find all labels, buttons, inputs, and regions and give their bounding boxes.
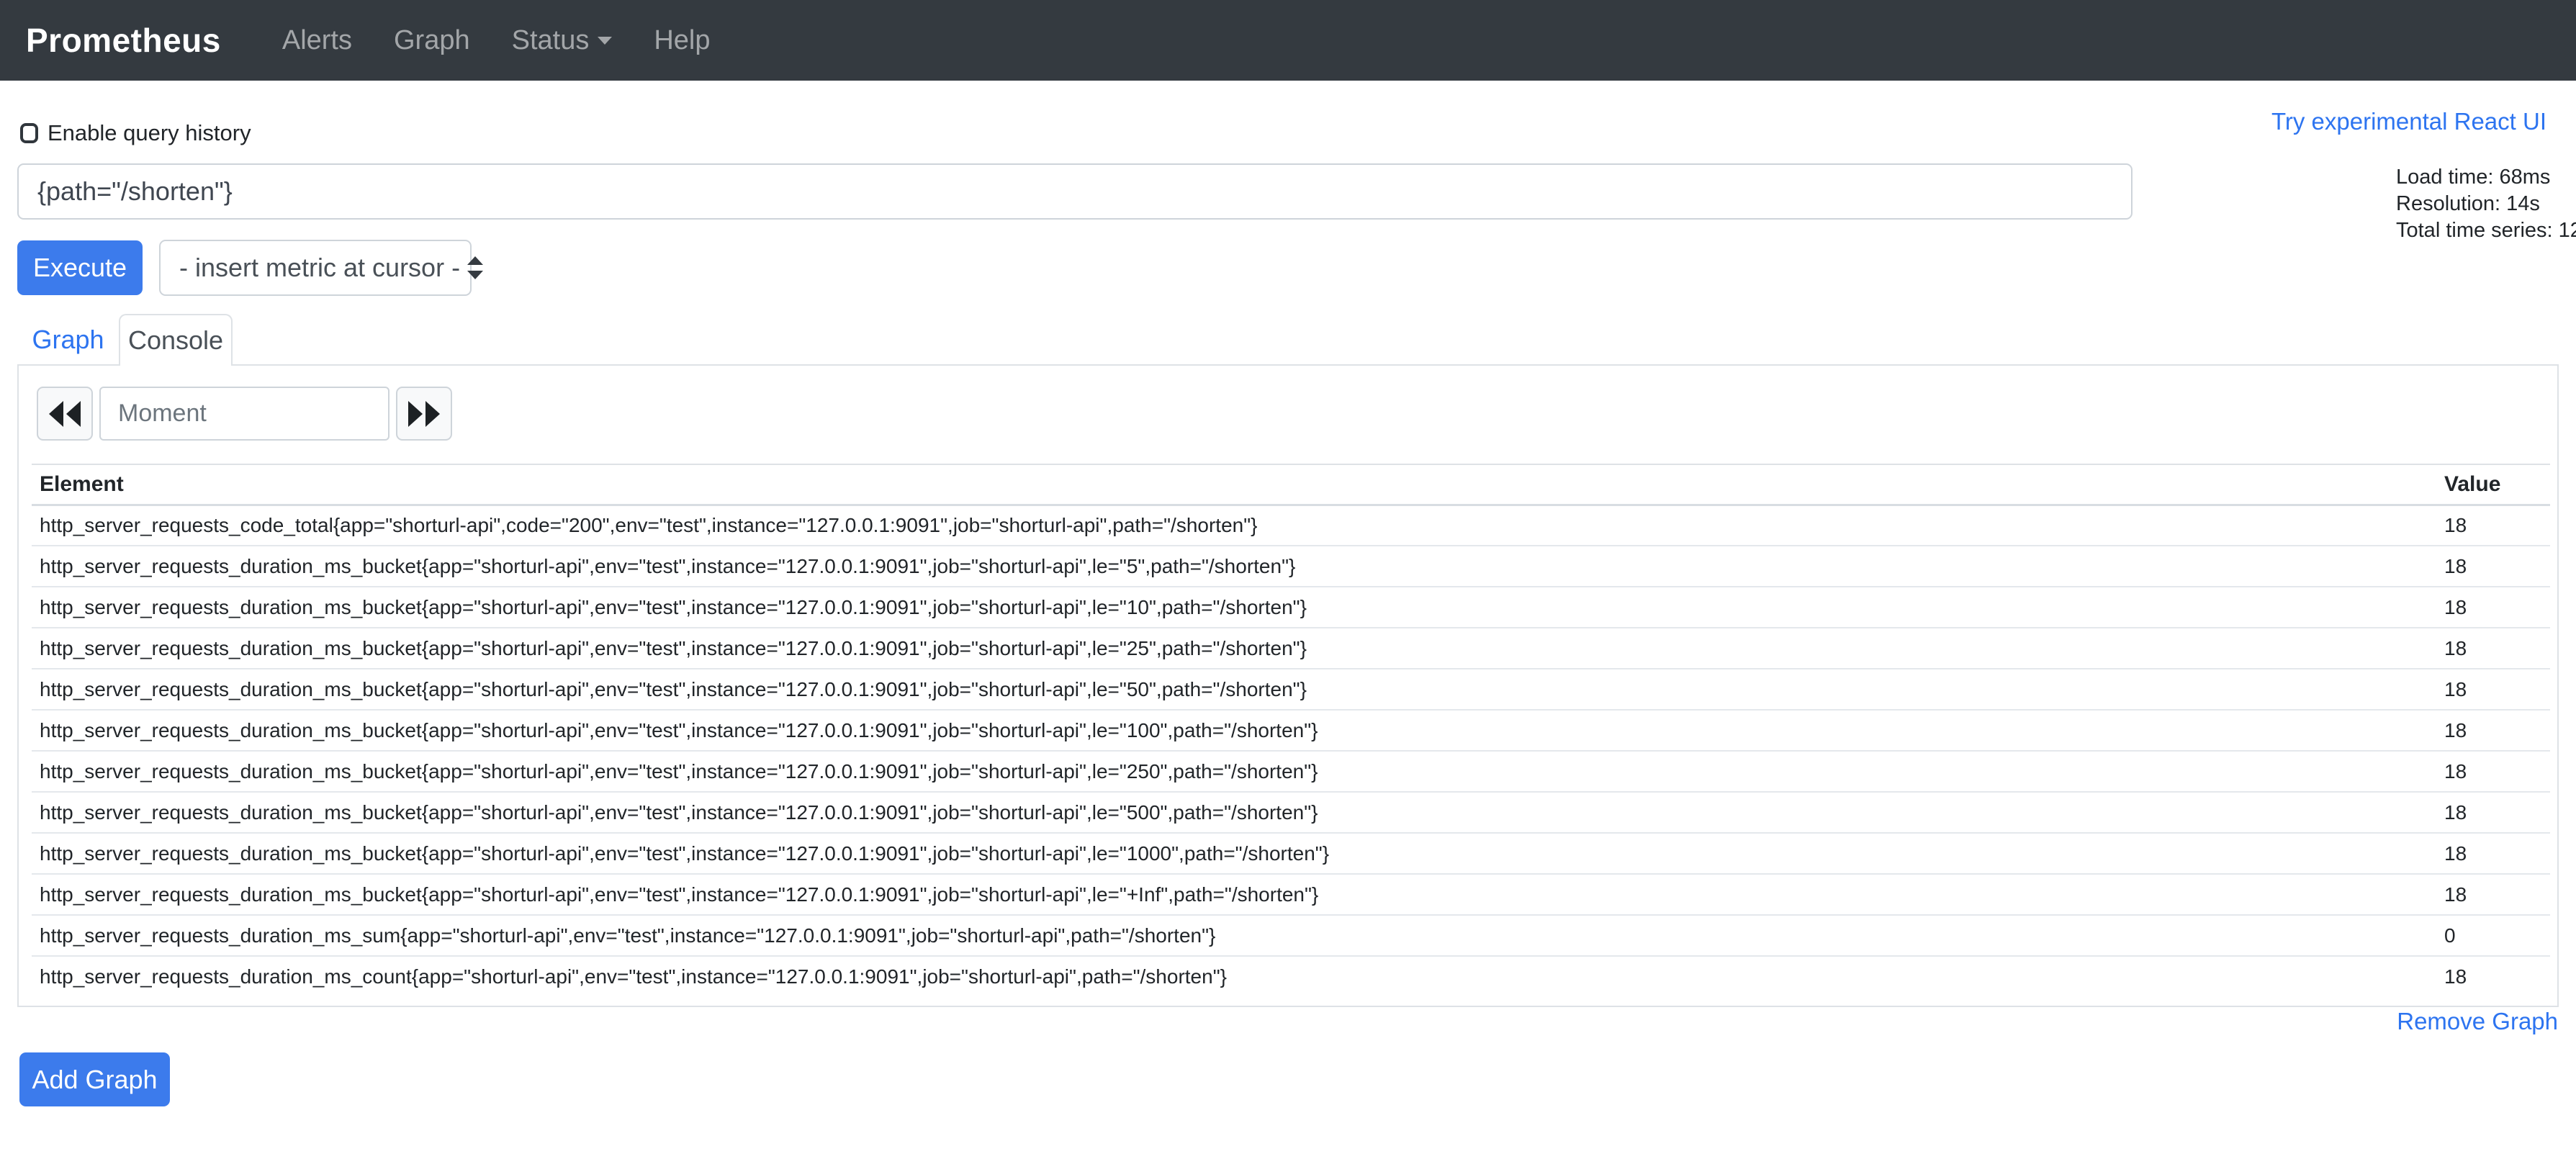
row-element: http_server_requests_duration_ms_bucket{…: [32, 833, 2436, 874]
rewind-icon: [48, 401, 81, 427]
row-element: http_server_requests_duration_ms_bucket{…: [32, 792, 2436, 833]
table-row: http_server_requests_duration_ms_bucket{…: [32, 628, 2550, 669]
row-element: http_server_requests_duration_ms_bucket{…: [32, 628, 2436, 669]
table-header-row: Element Value: [32, 464, 2550, 505]
table-row: http_server_requests_duration_ms_bucket{…: [32, 874, 2550, 915]
table-row: http_server_requests_duration_ms_bucket{…: [32, 833, 2550, 874]
brand-link[interactable]: Prometheus: [26, 21, 221, 60]
react-ui-link[interactable]: Try experimental React UI: [2271, 108, 2546, 135]
nav-item-label: Status: [512, 25, 590, 56]
row-value: 18: [2436, 669, 2550, 710]
resolution: Resolution: 14s: [2396, 191, 2576, 217]
row-value: 18: [2436, 792, 2550, 833]
row-value: 18: [2436, 874, 2550, 915]
select-updown-icon: [466, 255, 485, 281]
table-row: http_server_requests_code_total{app="sho…: [32, 505, 2550, 546]
navbar-items: Alerts Graph Status Help: [261, 25, 731, 56]
row-value: 18: [2436, 546, 2550, 587]
query-expression-input[interactable]: [17, 163, 2133, 220]
eval-stats: Load time: 68ms Resolution: 14s Total ti…: [2396, 164, 2576, 244]
column-header-value: Value: [2436, 464, 2550, 505]
add-graph-button[interactable]: Add Graph: [19, 1052, 170, 1106]
remove-graph-link[interactable]: Remove Graph: [2397, 1008, 2558, 1035]
execute-button[interactable]: Execute: [17, 240, 143, 295]
nav-item-label: Alerts: [282, 25, 352, 56]
tab-console[interactable]: Console: [119, 314, 233, 366]
row-element: http_server_requests_duration_ms_bucket{…: [32, 546, 2436, 587]
row-element: http_server_requests_duration_ms_bucket{…: [32, 751, 2436, 792]
table-row: http_server_requests_duration_ms_bucket{…: [32, 792, 2550, 833]
query-history-row: Enable query history: [20, 121, 251, 145]
table-row: http_server_requests_duration_ms_sum{app…: [32, 915, 2550, 956]
moment-forward-button[interactable]: [396, 387, 452, 441]
row-element: http_server_requests_duration_ms_count{a…: [32, 956, 2436, 997]
chevron-down-icon: [598, 37, 612, 45]
row-value: 18: [2436, 710, 2550, 751]
nav-item-label: Help: [654, 25, 710, 56]
console-table: Element Value http_server_requests_code_…: [32, 464, 2550, 997]
row-value: 18: [2436, 833, 2550, 874]
nav-item-graph[interactable]: Graph: [373, 25, 491, 56]
load-time: Load time: 68ms: [2396, 164, 2576, 191]
tab-console-label: Console: [128, 325, 223, 356]
query-history-label: Enable query history: [48, 121, 251, 145]
insert-metric-select[interactable]: - insert metric at cursor -: [159, 240, 472, 296]
navbar: Prometheus Alerts Graph Status Help: [0, 0, 2576, 81]
table-row: http_server_requests_duration_ms_bucket{…: [32, 587, 2550, 628]
row-element: http_server_requests_duration_ms_sum{app…: [32, 915, 2436, 956]
nav-item-label: Graph: [394, 25, 470, 56]
row-element: http_server_requests_code_total{app="sho…: [32, 505, 2436, 546]
row-value: 18: [2436, 628, 2550, 669]
nav-item-help[interactable]: Help: [633, 25, 731, 56]
table-row: http_server_requests_duration_ms_bucket{…: [32, 669, 2550, 710]
tab-graph-label: Graph: [32, 325, 104, 355]
total-time-series: Total time series: 12: [2396, 217, 2576, 244]
console-table-body: http_server_requests_code_total{app="sho…: [32, 505, 2550, 997]
moment-back-button[interactable]: [37, 387, 93, 441]
row-element: http_server_requests_duration_ms_bucket{…: [32, 710, 2436, 751]
tab-graph[interactable]: Graph: [17, 314, 119, 366]
row-element: http_server_requests_duration_ms_bucket{…: [32, 587, 2436, 628]
row-element: http_server_requests_duration_ms_bucket{…: [32, 874, 2436, 915]
row-value: 18: [2436, 751, 2550, 792]
nav-item-alerts[interactable]: Alerts: [261, 25, 373, 56]
table-row: http_server_requests_duration_ms_bucket{…: [32, 710, 2550, 751]
row-value: 18: [2436, 505, 2550, 546]
row-value: 18: [2436, 587, 2550, 628]
moment-input[interactable]: [99, 387, 389, 441]
table-row: http_server_requests_duration_ms_count{a…: [32, 956, 2550, 997]
row-value: 0: [2436, 915, 2550, 956]
table-row: http_server_requests_duration_ms_bucket{…: [32, 751, 2550, 792]
panel-tabs: Graph Console: [17, 314, 2559, 366]
row-element: http_server_requests_duration_ms_bucket{…: [32, 669, 2436, 710]
prometheus-page: Prometheus Alerts Graph Status Help Enab…: [0, 0, 2576, 1159]
table-row: http_server_requests_duration_ms_bucket{…: [32, 546, 2550, 587]
fast-forward-icon: [407, 401, 441, 427]
row-value: 18: [2436, 956, 2550, 997]
query-history-checkbox[interactable]: [20, 123, 38, 143]
insert-metric-select-label: - insert metric at cursor -: [179, 253, 460, 283]
column-header-element: Element: [32, 464, 2436, 505]
console-panel: Element Value http_server_requests_code_…: [17, 364, 2559, 1007]
nav-item-status[interactable]: Status: [491, 25, 634, 56]
